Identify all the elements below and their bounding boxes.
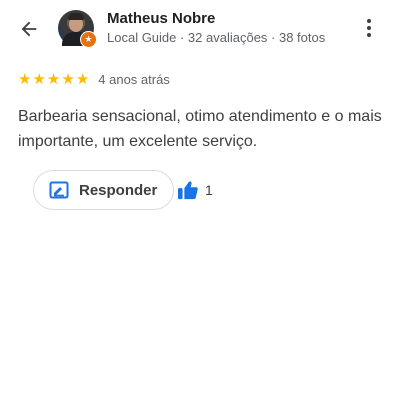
more-vert-dot bbox=[367, 33, 371, 37]
star-icon: ★ bbox=[32, 71, 46, 88]
avatar-hair bbox=[68, 13, 84, 20]
star-icon: ★ bbox=[61, 71, 75, 88]
local-guide-star-icon: ★ bbox=[80, 31, 97, 48]
like-button[interactable]: 1 bbox=[177, 180, 213, 200]
reply-button[interactable]: Responder bbox=[33, 170, 174, 210]
arrow-back-icon bbox=[18, 18, 40, 40]
star-icon: ★ bbox=[18, 71, 32, 88]
review-date: 4 anos atrás bbox=[98, 72, 170, 87]
reply-label: Responder bbox=[79, 181, 158, 199]
star-icon: ★ bbox=[75, 71, 90, 88]
more-vert-dot bbox=[367, 26, 371, 30]
star-rating: ★ ★ ★ ★ ★ bbox=[18, 72, 89, 87]
thumb-up-icon bbox=[177, 180, 199, 200]
like-count: 1 bbox=[205, 182, 213, 198]
star-icon: ★ bbox=[46, 71, 61, 88]
reviewer-name[interactable]: Matheus Nobre bbox=[107, 10, 215, 27]
back-button[interactable] bbox=[14, 15, 44, 43]
reviewer-meta: Local Guide · 32 avaliações · 38 fotos bbox=[107, 30, 326, 45]
more-options-button[interactable] bbox=[358, 15, 380, 41]
more-vert-icon bbox=[367, 19, 371, 23]
rating-row: ★ ★ ★ ★ ★ 4 anos atrás bbox=[18, 72, 170, 87]
reply-edit-icon bbox=[49, 180, 69, 200]
review-text: Barbearia sensacional, otimo atendimento… bbox=[18, 108, 382, 150]
